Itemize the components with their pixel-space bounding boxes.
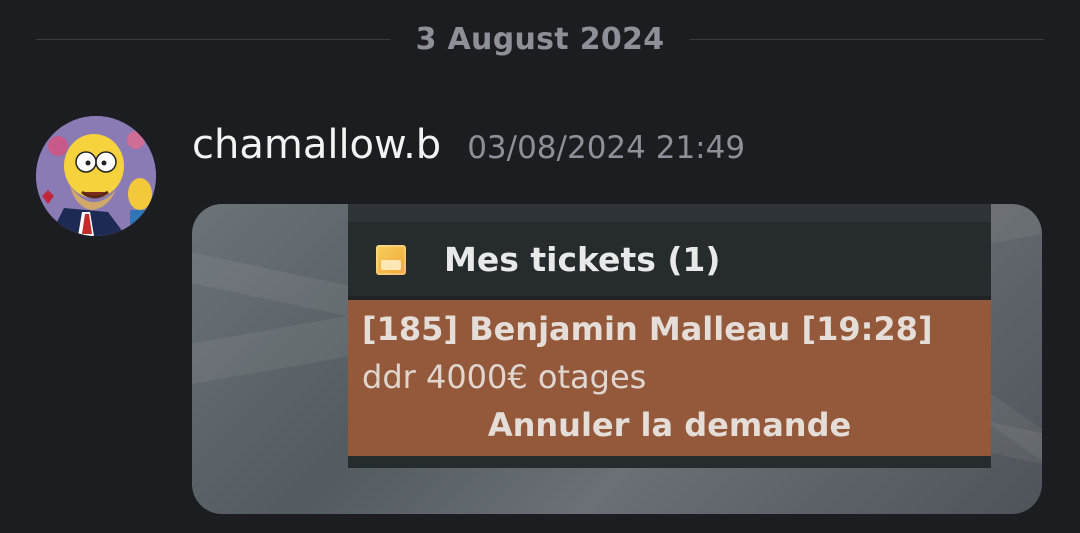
- panel-top-strip: [348, 204, 991, 222]
- image-attachment[interactable]: Mes tickets (1) [185] Benjamin Malleau […: [192, 204, 1042, 514]
- divider-line-right: [690, 38, 1045, 40]
- ticket-title: [185] Benjamin Malleau [19:28]: [362, 310, 933, 348]
- date-divider: 3 August 2024: [36, 16, 1045, 62]
- username[interactable]: chamallow.b: [192, 122, 441, 168]
- tickets-panel: Mes tickets (1) [185] Benjamin Malleau […: [348, 204, 991, 468]
- message-timestamp: 03/08/2024 21:49: [467, 130, 746, 166]
- ticket-item: [185] Benjamin Malleau [19:28] ddr 4000€…: [348, 300, 991, 456]
- divider-line-left: [36, 38, 390, 40]
- chat-view: 3 August 2024 chamallow.b 03/08/2024 21:…: [0, 0, 1080, 533]
- homer-avatar-icon[interactable]: [36, 116, 156, 236]
- panel-title: Mes tickets (1): [376, 240, 720, 279]
- panel-title-text: Mes tickets (1): [444, 240, 721, 279]
- ticket-folder-icon: [376, 244, 406, 275]
- divider-date: 3 August 2024: [415, 21, 665, 57]
- ticket-body: ddr 4000€ otages: [362, 358, 647, 396]
- cancel-request-button: Annuler la demande: [487, 406, 852, 444]
- message-header: chamallow.b 03/08/2024 21:49: [192, 122, 745, 182]
